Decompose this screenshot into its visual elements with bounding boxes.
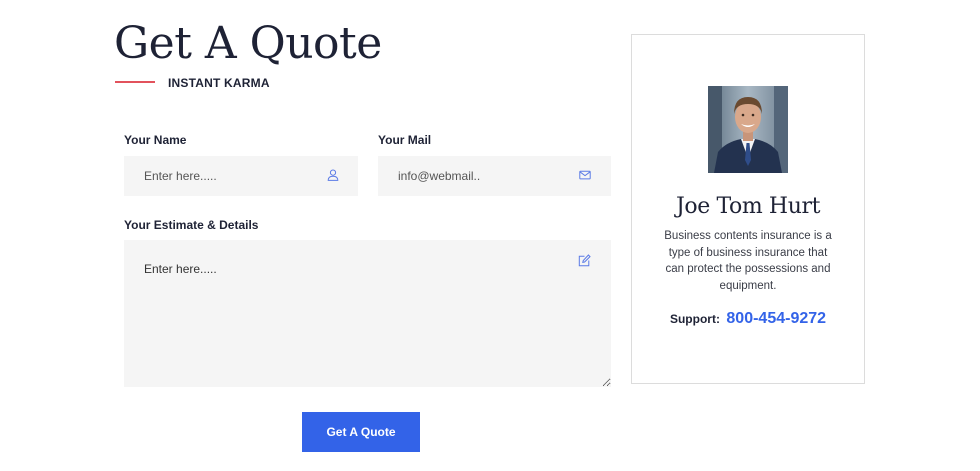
page-title: Get A Quote (114, 18, 382, 69)
edit-icon (578, 254, 591, 267)
support-label: Support: (669, 312, 720, 326)
avatar (708, 86, 788, 173)
agent-name: Joe Tom Hurt (675, 194, 821, 219)
envelope-icon (579, 170, 591, 180)
details-label: Your Estimate & Details (124, 218, 259, 232)
mail-input[interactable] (378, 156, 611, 196)
agent-card: Joe Tom Hurt Business contents insurance… (631, 34, 865, 384)
name-input[interactable] (124, 156, 358, 196)
user-icon (327, 169, 339, 181)
name-label: Your Name (124, 133, 187, 147)
support-phone-link[interactable]: 800-454-9272 (726, 310, 826, 327)
support-line: Support: 800-454-9272 (632, 310, 864, 328)
title-underline (115, 81, 155, 83)
mail-label: Your Mail (378, 133, 432, 147)
details-textarea[interactable] (124, 240, 611, 387)
page-subtitle: INSTANT KARMA (168, 76, 270, 90)
get-quote-button[interactable]: Get A Quote (302, 412, 420, 452)
agent-bio: Business contents insurance is a type of… (664, 230, 832, 292)
